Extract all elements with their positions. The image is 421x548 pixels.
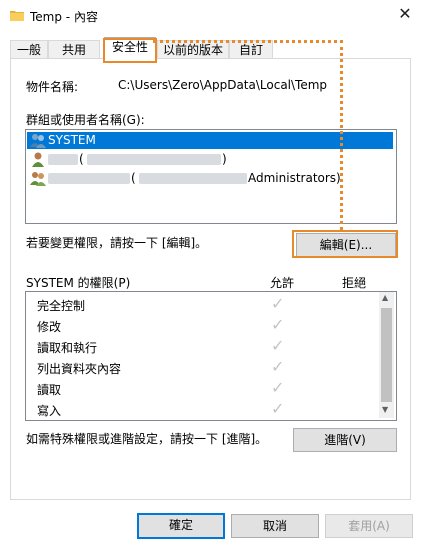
principal-paren-open: ( [131,171,136,185]
groups-label: 群組或使用者名稱(G): [26,113,145,127]
redacted-groupname [48,173,130,184]
cancel-button-label: 取消 [262,519,287,533]
user-icon [32,152,44,167]
principal-row-administrators[interactable]: ( Administrators) [27,170,393,187]
tab-sharing-label: 共用 [61,43,86,57]
advanced-hint: 如需特殊權限或進階設定，請按一下 [進階]。 [26,432,268,446]
title-bar: Temp - 內容 ✕ [0,0,421,32]
tab-general[interactable]: 一般 [10,40,48,60]
tab-previous-versions-label: 以前的版本 [162,43,223,57]
apply-button-label: 套用(A) [348,519,390,533]
highlight-connector-side [340,40,343,230]
advanced-button[interactable]: 進階(V) [293,428,397,452]
permissions-label: SYSTEM 的權限(P) [26,276,131,290]
close-button[interactable]: ✕ [396,5,414,23]
tab-general-label: 一般 [16,43,41,57]
edit-button-highlight [292,230,398,258]
allow-check-icon: ✓ [271,336,285,355]
users-group-icon [30,172,46,186]
permission-name: 寫入 [37,404,62,418]
scroll-down-icon[interactable]: ▼ [382,405,388,414]
scroll-up-icon[interactable]: ▲ [382,293,388,302]
principal-row-user[interactable]: ( ) [27,151,393,168]
allow-check-icon: ✓ [271,378,285,397]
folder-icon [10,11,24,21]
object-path: C:\Users\Zero\AppData\Local\Temp [118,78,328,92]
tab-customize[interactable]: 自訂 [229,40,273,60]
allow-check-icon: ✓ [271,357,285,376]
scroll-thumb[interactable] [381,308,392,402]
deny-column-header: 拒絕 [342,276,367,290]
permission-name: 列出資料夾內容 [37,362,122,376]
window-title: Temp - 內容 [30,10,98,24]
principal-name: SYSTEM [48,133,96,147]
allow-column-header: 允許 [270,276,295,290]
permission-name: 修改 [37,320,62,334]
cancel-button[interactable]: 取消 [231,514,319,538]
redacted-username [48,154,78,165]
permission-name: 讀取和執行 [37,341,98,355]
principal-paren-close: ) [222,152,227,166]
tab-previous-versions[interactable]: 以前的版本 [157,40,229,60]
permission-name: 讀取 [37,383,62,397]
ok-button[interactable]: 確定 [137,513,225,539]
advanced-button-label: 進階(V) [324,433,366,447]
close-icon: ✕ [398,4,412,23]
users-group-icon [30,134,46,148]
principal-paren-open: ( [79,152,84,166]
allow-check-icon: ✓ [271,399,285,418]
permission-name: 完全控制 [37,299,86,313]
redacted-account [139,173,247,184]
principal-role: Administrators) [248,171,341,185]
highlight-connector-top [153,40,343,43]
redacted-account [87,154,221,165]
tab-sharing[interactable]: 共用 [48,40,100,60]
ok-button-label: 確定 [168,518,193,532]
allow-check-icon: ✓ [271,294,285,313]
object-name-label: 物件名稱: [26,80,79,94]
security-tab-highlight [103,38,157,63]
change-permissions-hint: 若要變更權限，請按一下 [編輯]。 [26,236,208,250]
principal-row-system[interactable]: SYSTEM [27,132,393,149]
tab-customize-label: 自訂 [238,43,263,57]
allow-check-icon: ✓ [271,315,285,334]
apply-button[interactable]: 套用(A) [325,514,413,538]
